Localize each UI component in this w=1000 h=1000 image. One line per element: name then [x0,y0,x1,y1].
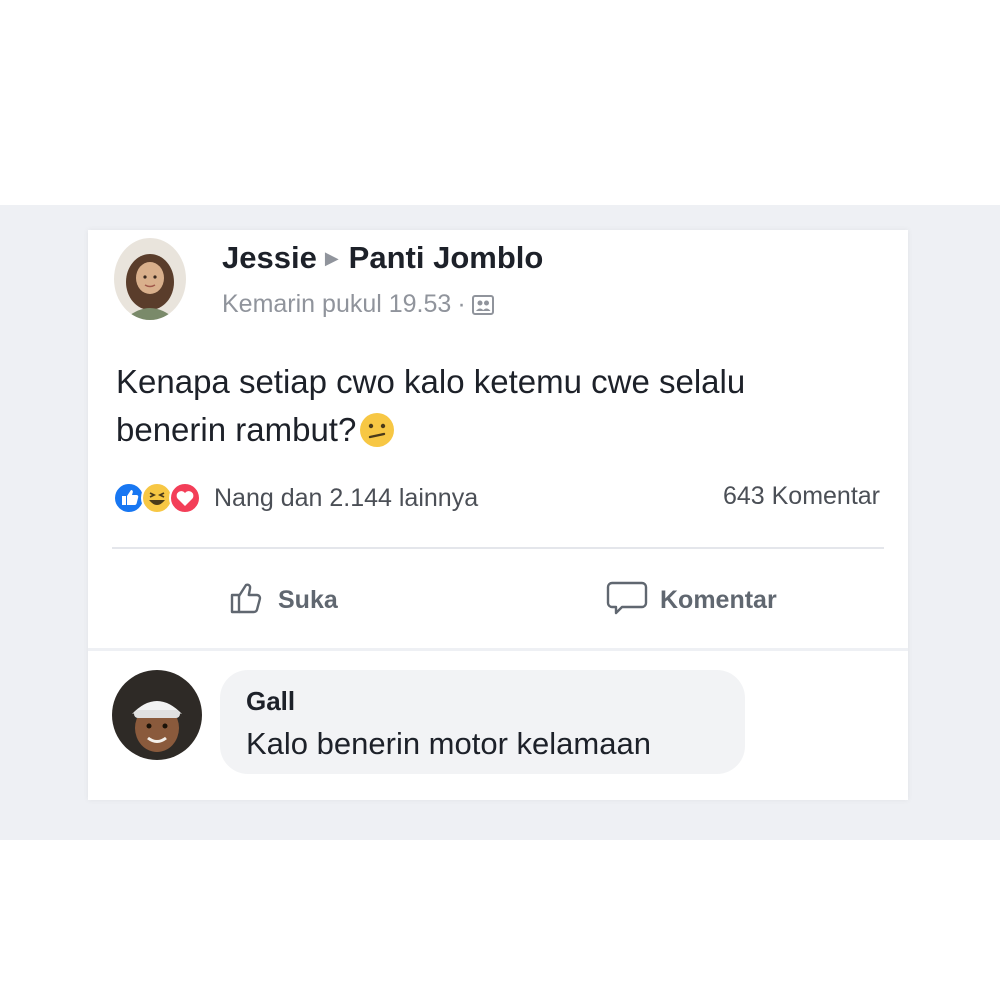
like-button-label: Suka [278,585,338,614]
confused-face-emoji [358,411,396,462]
author-name-link[interactable]: Jessie [222,240,317,275]
thumbs-up-icon [226,577,266,624]
group-members-icon[interactable] [471,294,494,323]
post-header-title: Jessie ▶ Panti Jomblo [222,240,543,276]
reactions-count: Nang dan 2.144 lainnya [214,483,479,512]
post-timestamp-link[interactable]: Kemarin pukul 19.53 [222,290,451,318]
comment-text: Kalo benerin motor kelamaan [246,726,651,761]
post-body: Kenapa setiap cwo kalo ketemu cwe selalu… [116,358,886,462]
arrow-right-icon: ▶ [324,248,339,268]
comment-button-label: Komentar [660,585,777,614]
comment-author-link[interactable]: Gall [246,686,295,717]
post-card: Jessie ▶ Panti Jomblo Kemarin pukul 19.53 ·… [88,230,908,800]
comment-bubble-icon [606,577,648,624]
like-button[interactable]: Suka [226,578,338,622]
meta-separator: · [457,290,466,318]
post-meta: Kemarin pukul 19.53 · [222,290,494,323]
comment-bubble: Gall Kalo benerin motor kelamaan [220,670,745,774]
post-text-line-2: benerin rambut? [116,411,357,448]
section-divider [88,648,908,651]
group-name-link[interactable]: Panti Jomblo [349,240,544,275]
comment-count-link[interactable]: 643 Komentar [723,482,880,511]
post-text-line-1: Kenapa setiap cwo kalo ketemu cwe selalu [116,363,746,400]
author-avatar[interactable] [114,238,186,320]
love-reaction-icon [168,481,202,515]
commenter-avatar[interactable] [112,670,202,760]
comment-button[interactable]: Komentar [606,578,777,622]
divider [112,547,884,549]
reaction-icons [112,481,201,515]
reactions-summary[interactable]: Nang dan 2.144 lainnya [112,480,478,516]
